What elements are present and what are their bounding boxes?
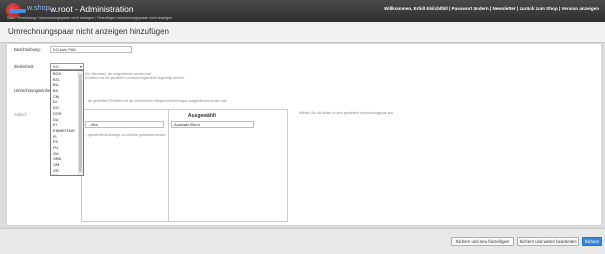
- breadcrumb[interactable]: Start / Einrichtung / Umrechnungspaare n…: [7, 16, 172, 20]
- target-unit-hint-2: Einheiten mit der gewählten Umrechnungse…: [85, 76, 185, 80]
- logo-swoosh-icon: [9, 9, 26, 13]
- target-unit-label: Zieleinheit:: [14, 64, 35, 69]
- brand-name: w.shop: [27, 5, 50, 12]
- dropdown-options: BOX BTL BU BX CM DI DO DOS DU EI EINHEIT/UE FL FS FU G…: [51, 71, 81, 175]
- target-unit-select[interactable]: KG ▾: [50, 63, 84, 70]
- app-title: w.root - Administration: [50, 4, 134, 14]
- selected-column-title: Ausgewählt: [188, 113, 217, 119]
- selected-filter-input[interactable]: [171, 121, 254, 128]
- dropdown-scrollbar[interactable]: [78, 71, 83, 175]
- description-input[interactable]: [50, 46, 132, 53]
- article-help-text: Wählen Sie die Artikel zu dem gewählten …: [299, 111, 394, 115]
- target-unit-selected-value: KG: [53, 64, 59, 69]
- page-header: Umrechnungspaar nicht anzeigen hinzufüge…: [0, 22, 605, 43]
- save-and-add-new-button[interactable]: Sichern und neu hinzufügen: [451, 237, 514, 246]
- column-divider: [168, 110, 169, 221]
- top-bar: w.shop w.root - Administration Willkomme…: [0, 0, 605, 22]
- footer-bar: Sichern und neu hinzufügen Sichern und w…: [0, 228, 605, 254]
- available-hint: ...ngeschränkte Anzeige von Artikeln geb…: [85, 133, 167, 137]
- save-button[interactable]: Sichern: [582, 237, 602, 246]
- assign-hint: ...die gewählten Einheiten mit der Ziele…: [85, 99, 228, 103]
- save-and-continue-button[interactable]: Sichern und weiter bearbeiten: [517, 237, 579, 246]
- chevron-down-icon[interactable]: ▾: [80, 64, 82, 69]
- scrollbar-thumb[interactable]: [79, 74, 82, 172]
- target-unit-dropdown[interactable]: BOX BTL BU BX CM DI DO DOS DU EI EINHEIT/UE FL FS FU G…: [50, 70, 84, 176]
- description-label: Beschreibung:: [14, 47, 41, 52]
- assign-label: Umrechnungseinheit:: [14, 88, 54, 93]
- available-filter-input[interactable]: [85, 121, 164, 128]
- article-label: Artikel:: [14, 112, 27, 117]
- dropdown-option[interactable]: KA: [51, 173, 81, 175]
- page-title: Umrechnungspaar nicht anzeigen hinzufüge…: [8, 27, 169, 36]
- user-links[interactable]: Willkommen, Erhill Ekilcbllbll | Passwor…: [384, 6, 599, 11]
